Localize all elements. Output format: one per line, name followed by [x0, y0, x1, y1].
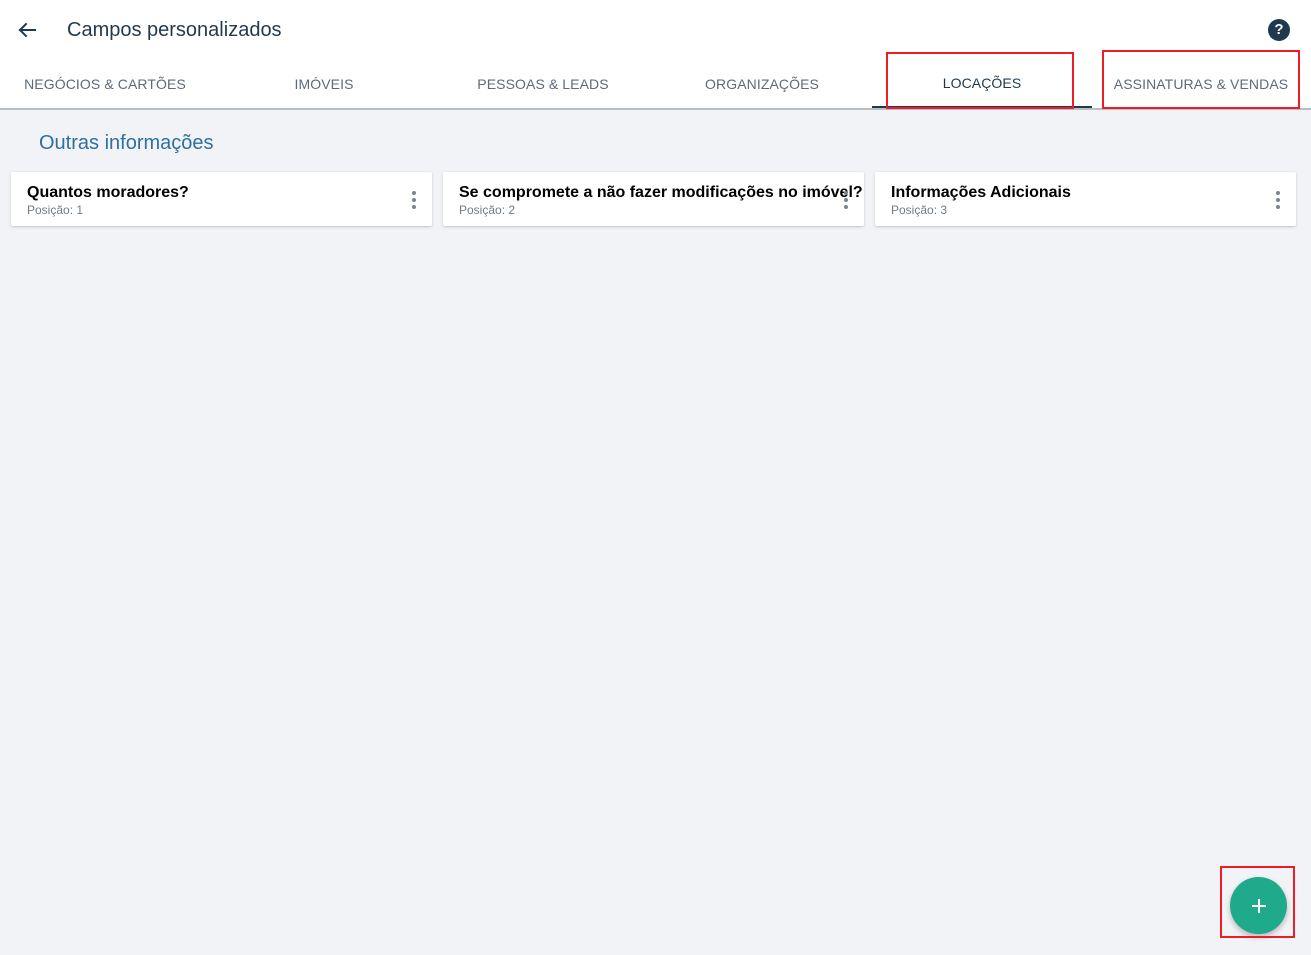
tab-label: PESSOAS & LEADS: [477, 76, 609, 92]
page-title: Campos personalizados: [67, 19, 282, 41]
field-card[interactable]: Informações Adicionais Posição: 3: [875, 172, 1296, 226]
plus-icon: [1251, 898, 1266, 913]
more-vert-icon[interactable]: [1270, 189, 1286, 211]
help-button[interactable]: ?: [1268, 19, 1290, 41]
tab-imoveis[interactable]: IMÓVEIS: [219, 60, 429, 108]
tab-organizacoes[interactable]: ORGANIZAÇÕES: [657, 60, 867, 108]
more-vert-icon[interactable]: [838, 189, 854, 211]
tab-bar: NEGÓCIOS & CARTÕES IMÓVEIS PESSOAS & LEA…: [0, 60, 1311, 108]
field-card-title: Quantos moradores?: [27, 184, 189, 201]
tab-label: ORGANIZAÇÕES: [705, 76, 819, 92]
field-card-position: Posição: 2: [459, 203, 516, 217]
arrow-left-icon: [18, 22, 36, 38]
tab-label: IMÓVEIS: [294, 76, 354, 92]
field-card-position: Posição: 1: [27, 203, 84, 217]
field-card-title: Informações Adicionais: [891, 184, 1071, 201]
field-card-position: Posição: 3: [891, 203, 948, 217]
app-header: Campos personalizados ? NEGÓCIOS & CARTÕ…: [0, 0, 1311, 110]
more-vert-icon[interactable]: [406, 189, 422, 211]
help-circle-icon: ?: [1274, 21, 1284, 38]
tab-locacoes[interactable]: LOCAÇÕES: [872, 60, 1092, 108]
tab-assinaturas-vendas[interactable]: ASSINATURAS & VENDAS: [1101, 60, 1301, 108]
back-button[interactable]: [14, 17, 40, 43]
tab-label: LOCAÇÕES: [942, 75, 1022, 91]
section-title: Outras informações: [39, 132, 214, 154]
tab-label: NEGÓCIOS & CARTÕES: [24, 76, 186, 92]
tab-negocios-cartoes[interactable]: NEGÓCIOS & CARTÕES: [0, 60, 210, 108]
field-card[interactable]: Quantos moradores? Posição: 1: [11, 172, 432, 226]
field-card[interactable]: Se compromete a não fazer modificações n…: [443, 172, 864, 226]
field-card-title: Se compromete a não fazer modificações n…: [459, 184, 863, 201]
add-field-button[interactable]: [1230, 877, 1287, 934]
tab-label: ASSINATURAS & VENDAS: [1113, 76, 1289, 92]
tab-pessoas-leads[interactable]: PESSOAS & LEADS: [438, 60, 648, 108]
